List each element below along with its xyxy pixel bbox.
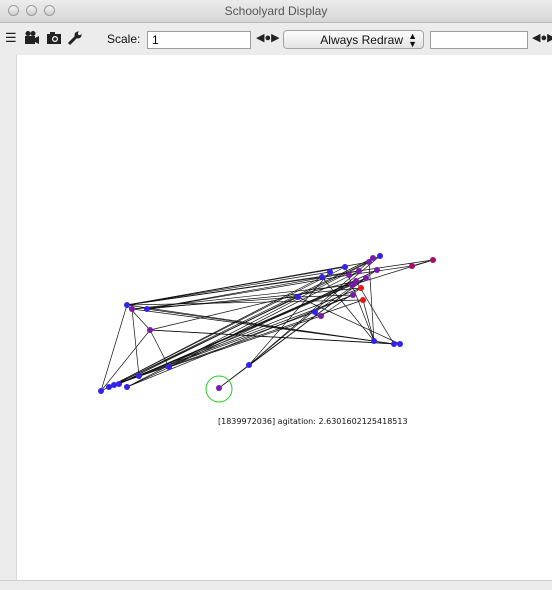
graph-node[interactable] <box>312 309 318 315</box>
graph-node[interactable] <box>136 373 142 379</box>
graph-node[interactable] <box>144 306 150 312</box>
left-margin <box>0 55 16 580</box>
graph-node[interactable] <box>350 292 356 298</box>
graph-node[interactable] <box>377 253 383 259</box>
graph-edge <box>100 304 128 392</box>
graph-node[interactable] <box>124 384 130 390</box>
graph-node[interactable] <box>318 313 324 319</box>
graph-node[interactable] <box>356 268 362 274</box>
graph-edge <box>100 266 346 392</box>
video-camera-icon[interactable] <box>24 30 40 50</box>
graph-node[interactable] <box>98 388 104 394</box>
graph-node[interactable] <box>111 382 117 388</box>
graph-edge <box>100 329 151 392</box>
scale-stepper-icon[interactable]: ◀●▶ <box>256 31 280 44</box>
schoolyard-display-window: Schoolyard Display ☰ Scale: ◀●▶ Always R… <box>0 0 552 590</box>
frame-stepper-icon[interactable]: ◀●▶ <box>532 31 552 44</box>
chevron-updown-icon: ▲ ▼ <box>408 31 417 49</box>
graph-node[interactable] <box>327 269 333 275</box>
graph-edge <box>146 308 395 345</box>
agitation-caption: [1839972036] agitation: 2.63016021254185… <box>218 417 408 426</box>
graph-node[interactable] <box>397 341 403 347</box>
graph-node[interactable] <box>166 364 172 370</box>
graph-edge <box>146 270 360 310</box>
graph-node[interactable] <box>353 278 359 284</box>
graph-node[interactable] <box>409 263 415 269</box>
graph-node[interactable] <box>147 327 153 333</box>
graph-edge <box>362 299 375 342</box>
network-graph: [1839972036] agitation: 2.63016021254185… <box>98 253 436 426</box>
graph-node[interactable] <box>371 338 377 344</box>
graph-node[interactable] <box>358 285 364 291</box>
graph-edge <box>411 259 434 267</box>
graph-node[interactable] <box>430 257 436 263</box>
graph-node[interactable] <box>295 294 301 300</box>
window-title: Schoolyard Display <box>224 4 328 18</box>
graph-node[interactable] <box>246 362 252 368</box>
redraw-mode-select[interactable]: Always Redraw ▲ ▼ <box>283 30 424 49</box>
graph-edges <box>100 255 434 392</box>
graph-node[interactable] <box>363 275 369 281</box>
frame-rate-input[interactable] <box>430 31 528 49</box>
graph-edge <box>149 329 401 345</box>
graph-node[interactable] <box>129 306 135 312</box>
graph-edge <box>126 261 370 306</box>
title-bar: Schoolyard Display <box>0 0 552 23</box>
camera-icon[interactable] <box>46 30 62 50</box>
graph-node[interactable] <box>116 381 122 387</box>
toolbar: ☰ Scale: ◀●▶ Always Redraw ▲▼ ◀●▶ <box>0 23 552 55</box>
graph-node[interactable] <box>370 255 376 261</box>
graph-edge <box>131 308 140 377</box>
graph-node[interactable] <box>319 274 325 280</box>
redraw-mode-label: Always Redraw <box>320 33 403 47</box>
graph-edge <box>126 269 378 388</box>
graph-node[interactable] <box>216 385 222 391</box>
graph-node[interactable] <box>124 302 130 308</box>
bottom-strip <box>0 580 552 590</box>
graph-edge <box>113 257 374 386</box>
layers-icon[interactable]: ☰ <box>5 30 17 46</box>
scale-input[interactable] <box>147 31 251 49</box>
graph-node[interactable] <box>360 297 366 303</box>
graph-node[interactable] <box>342 264 348 270</box>
graph-node[interactable] <box>346 272 352 278</box>
graph-node[interactable] <box>391 341 397 347</box>
scale-label: Scale: <box>107 32 141 46</box>
graph-edge <box>297 296 401 345</box>
display-canvas[interactable]: [1839972036] agitation: 2.63016021254185… <box>16 55 552 580</box>
wrench-icon[interactable] <box>67 30 83 50</box>
graph-node[interactable] <box>374 267 380 273</box>
